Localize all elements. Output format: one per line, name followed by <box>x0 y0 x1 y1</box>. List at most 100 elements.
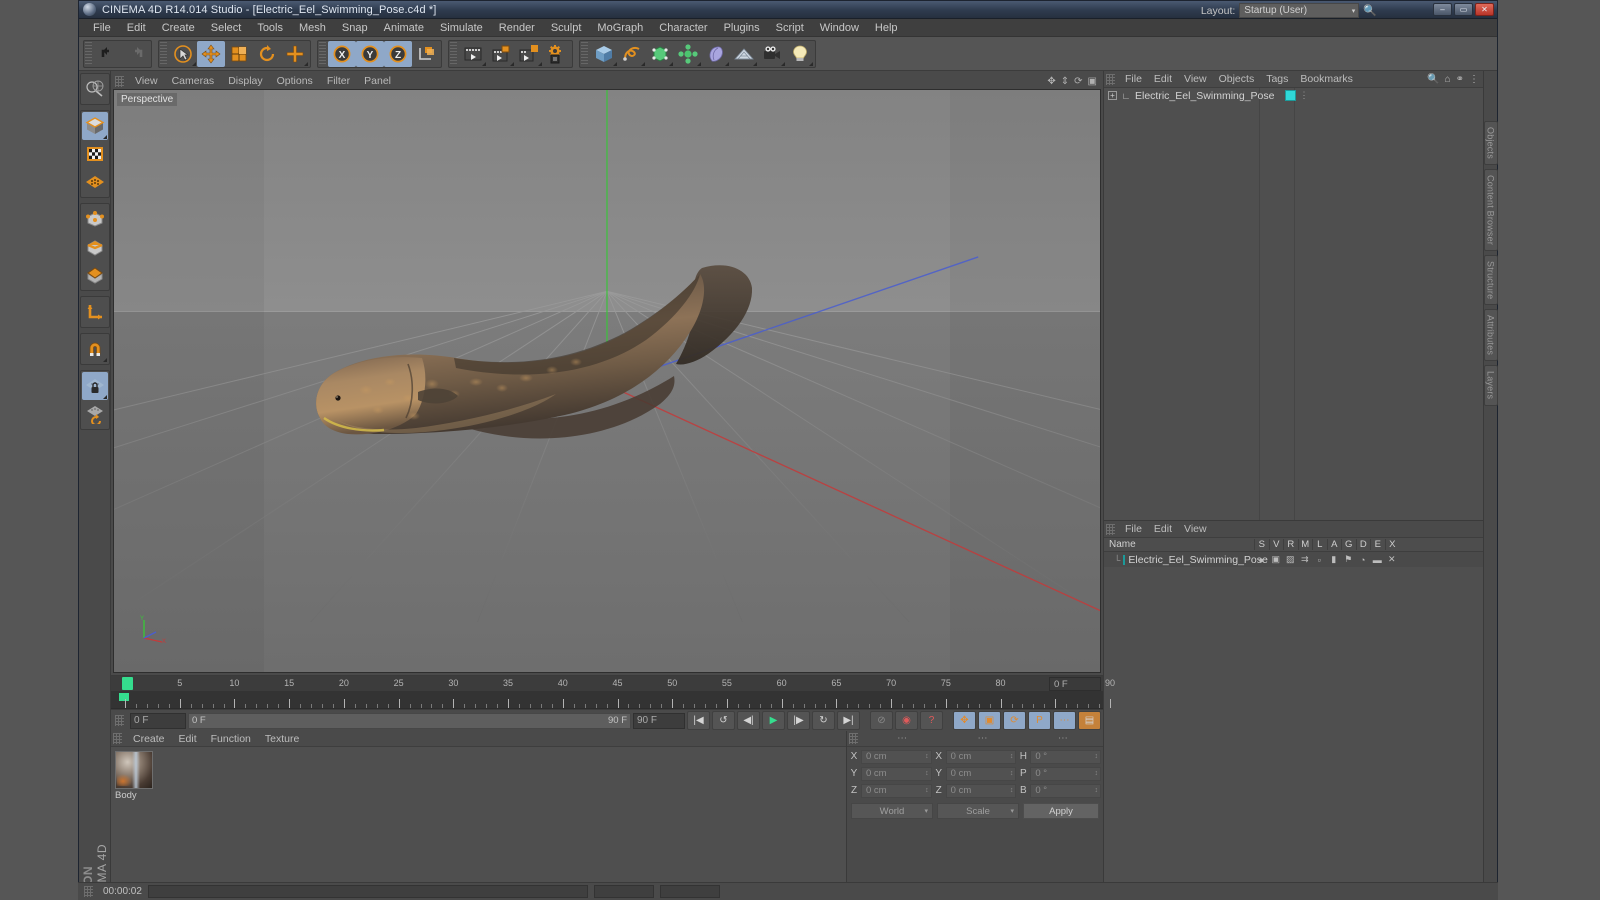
viewport-menu-options[interactable]: Options <box>270 75 320 87</box>
material-panel-grip-icon[interactable] <box>113 733 122 744</box>
layer-toggle-v[interactable]: ▣ <box>1269 554 1284 565</box>
layer-panel-grip-icon[interactable] <box>1106 523 1115 535</box>
rotate-view-icon[interactable]: ⟳ <box>1074 76 1082 87</box>
layer-toggle-r[interactable]: ▨ <box>1283 554 1298 565</box>
coordinate-mode-dropdown[interactable]: Scale <box>937 803 1019 819</box>
y-axis-lock-icon[interactable]: Y <box>356 40 384 67</box>
rotate-tool-icon[interactable] <box>253 41 281 67</box>
keyframe-selection-button[interactable]: ? <box>920 711 943 730</box>
viewport-menu-panel[interactable]: Panel <box>357 75 398 87</box>
texture-mode-icon[interactable] <box>82 140 108 168</box>
camera-icon[interactable] <box>758 41 786 67</box>
live-selection-icon[interactable] <box>169 41 197 67</box>
object-menu-objects[interactable]: Objects <box>1213 73 1261 85</box>
object-name[interactable]: Electric_Eel_Swimming_Pose <box>1135 90 1274 102</box>
menu-item-window[interactable]: Window <box>812 19 867 37</box>
redo-icon[interactable] <box>122 41 150 67</box>
panel-grip-icon[interactable] <box>115 75 124 87</box>
edges-mode-icon[interactable] <box>82 233 108 261</box>
workplane-mode-icon[interactable] <box>82 168 108 196</box>
search-icon[interactable]: 🔍 <box>1363 4 1377 17</box>
undo-icon[interactable] <box>94 41 122 67</box>
layer-column-g[interactable]: G <box>1341 539 1356 550</box>
spinner-icon[interactable]: ↕ <box>1095 787 1099 794</box>
layer-list-body[interactable] <box>1104 567 1483 900</box>
rotation-p-field[interactable]: 0 ° ↕ <box>1030 766 1102 781</box>
material-menu-function[interactable]: Function <box>204 733 258 745</box>
rotation-b-field[interactable]: 0 ° ↕ <box>1030 783 1102 798</box>
position-y-field[interactable]: 0 cm ↕ <box>861 766 932 781</box>
record-active-objects-button[interactable]: ◉ <box>895 711 918 730</box>
object-row[interactable]: + ∟ Electric_Eel_Swimming_Pose ⋮ <box>1104 88 1483 103</box>
viewport-menu-display[interactable]: Display <box>221 75 269 87</box>
loop-playback-button[interactable]: ↻ <box>812 711 835 730</box>
spinner-icon[interactable]: ↕ <box>1095 753 1099 760</box>
object-menu-bookmarks[interactable]: Bookmarks <box>1294 73 1359 85</box>
layer-column-a[interactable]: A <box>1326 539 1342 550</box>
layer-column-r[interactable]: R <box>1283 539 1298 550</box>
snap-magnet-icon[interactable] <box>82 335 108 363</box>
layer-menu-file[interactable]: File <box>1119 523 1148 535</box>
next-frame-button[interactable]: |▶ <box>787 711 810 730</box>
z-axis-lock-icon[interactable]: Z <box>384 40 412 67</box>
workplane-lock-icon[interactable] <box>81 372 108 400</box>
spinner-icon[interactable]: ↕ <box>925 753 929 760</box>
menu-item-select[interactable]: Select <box>203 19 250 37</box>
max-frame-field[interactable]: 90 F <box>633 712 685 729</box>
options-icon[interactable]: ⋮ <box>1469 74 1479 85</box>
side-tab-structure[interactable]: Structure <box>1483 254 1498 306</box>
menu-item-animate[interactable]: Animate <box>376 19 432 37</box>
material-menu-edit[interactable]: Edit <box>172 733 204 745</box>
layer-name[interactable]: Electric_Eel_Swimming_Pose <box>1128 554 1267 566</box>
nurbs-generator-icon[interactable] <box>646 41 674 67</box>
layer-column-v[interactable]: V <box>1268 539 1284 550</box>
move-tool-icon[interactable] <box>197 40 225 67</box>
apply-button[interactable]: Apply <box>1023 803 1099 819</box>
spinner-icon[interactable]: ↕ <box>1010 753 1014 760</box>
layer-toggle-d[interactable]: ◔ <box>1356 555 1371 565</box>
position-x-field[interactable]: 0 cm ↕ <box>861 749 932 764</box>
home-icon[interactable]: ⌂ <box>1445 74 1451 85</box>
keyframe-mode-button[interactable]: ▤ <box>1078 711 1101 730</box>
layer-toggle-a[interactable]: ▮ <box>1327 554 1342 565</box>
menu-item-script[interactable]: Script <box>768 19 812 37</box>
expand-toggle-icon[interactable]: + <box>1108 91 1117 100</box>
toolbar-drag-handle[interactable] <box>319 41 326 66</box>
size-x-field[interactable]: 0 cm ↕ <box>945 749 1017 764</box>
frame-range-scrubber[interactable]: 0 F 90 F <box>188 712 631 729</box>
perspective-viewport[interactable]: Perspective Y X <box>113 89 1101 673</box>
render-view-icon[interactable] <box>459 41 487 67</box>
transport-grip-icon[interactable] <box>115 715 124 726</box>
object-menu-view[interactable]: View <box>1178 73 1213 85</box>
material-item-body[interactable]: Body <box>115 751 153 801</box>
menu-item-mesh[interactable]: Mesh <box>291 19 334 37</box>
menu-item-mograph[interactable]: MoGraph <box>589 19 651 37</box>
render-queue-icon[interactable] <box>515 41 543 67</box>
add-tool-icon[interactable] <box>281 41 309 67</box>
world-coordinate-system-icon[interactable] <box>412 41 440 67</box>
layer-toggle-g[interactable]: ⚑ <box>1341 554 1356 565</box>
material-menu-texture[interactable]: Texture <box>258 733 306 745</box>
spinner-icon[interactable]: ↕ <box>925 770 929 777</box>
menu-item-create[interactable]: Create <box>154 19 203 37</box>
spline-pen-icon[interactable] <box>618 41 646 67</box>
deformer-icon[interactable] <box>702 41 730 67</box>
timeline-end-field[interactable]: 0 F <box>1049 677 1101 691</box>
position-key-button[interactable]: ✥ <box>953 711 976 730</box>
light-icon[interactable] <box>786 41 814 67</box>
size-z-field[interactable]: 0 cm ↕ <box>945 783 1017 798</box>
spinner-icon[interactable]: ↕ <box>925 787 929 794</box>
render-region-icon[interactable] <box>487 41 515 67</box>
menu-item-help[interactable]: Help <box>867 19 906 37</box>
layer-toggle-m[interactable]: ⇉ <box>1298 554 1313 565</box>
previous-frame-button[interactable]: ◀| <box>737 711 760 730</box>
toolbar-drag-handle[interactable] <box>85 41 92 66</box>
viewport-menu-filter[interactable]: Filter <box>320 75 357 87</box>
rotation-key-button[interactable]: ⟳ <box>1003 711 1026 730</box>
layer-column-x[interactable]: X <box>1384 539 1400 550</box>
polygons-mode-icon[interactable] <box>82 261 108 289</box>
search-icon[interactable]: 🔍 <box>1427 74 1439 85</box>
material-tag-icon[interactable] <box>1285 90 1297 101</box>
play-forward-button[interactable]: ▶ <box>762 711 785 730</box>
pan-view-icon[interactable]: ✥ <box>1047 76 1055 87</box>
